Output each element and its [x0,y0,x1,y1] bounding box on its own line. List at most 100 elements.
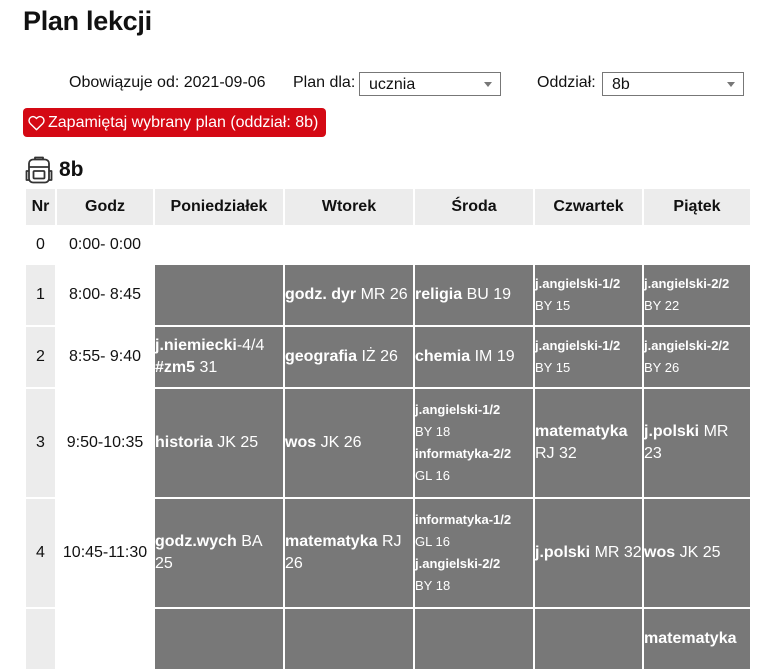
lesson-entry: wos JK 25 [644,542,750,564]
subject-name: j.angielski-1/2 [535,338,621,353]
subject-name: j.angielski-1/2 [535,276,621,291]
lesson-cell [644,227,750,263]
lesson-cell [415,227,533,263]
lesson-hours: 10:45-11:30 [62,544,148,561]
lesson-entry: j.angielski-2/2 BY 18 [415,553,533,597]
lesson-entry: religia BU 19 [415,284,533,306]
lesson-entry: informatyka-1/2 GL 16 [415,509,533,553]
save-plan-button[interactable]: Zapamiętaj wybrany plan (oddział: 8b) [23,108,326,137]
lesson-hours: 8:00- 8:45 [68,286,142,303]
teacher-room: GL 16 [415,468,450,483]
col-header-tuesday: Wtorek [285,189,413,225]
col-header-thursday: Czwartek [535,189,642,225]
lesson-number: 2 [26,327,55,387]
lesson-cell: j.polski MR 23 [644,389,750,497]
subject-name: historia [155,434,213,451]
subject-name: j.angielski-1/2 [415,402,501,417]
lesson-entry: j.polski MR 23 [644,421,750,465]
lesson-number: 4 [26,499,55,607]
lesson-cell: chemia IM 19 [415,327,533,387]
class-heading: 8b [25,154,84,186]
lesson-entry: godz. dyr MR 26 [285,284,413,306]
table-row: 3 9:50-10:35 historia JK 25 wos JK 26 j.angi… [26,389,750,497]
col-header-monday: Poniedziałek [155,189,283,225]
table-row: 0 0:00- 0:00 [26,227,750,263]
teacher-room: BY 22 [644,298,680,313]
subject-name: matematyka [644,630,737,647]
lesson-cell [155,609,283,669]
subject-name: religia [415,286,463,303]
lesson-entry: j.niemiecki-4/4 #zm5 31 [155,335,283,379]
lesson-entry: j.polski MR 32 [535,542,642,564]
teacher-room: BY 26 [644,360,680,375]
lesson-number: 1 [26,265,55,325]
lesson-number: 3 [26,389,55,497]
backpack-icon [25,156,53,184]
lesson-hours [57,609,153,669]
subject-name: chemia [415,348,471,365]
lesson-cell: matematyka [644,609,750,669]
plan-for-label: Plan dla: [293,74,356,91]
lesson-cell: godz.wych BA 25 [155,499,283,607]
teacher-room: 31 [199,359,218,376]
col-header-hours: Godz [57,189,153,225]
lesson-entry: j.angielski-1/2 BY 15 [535,273,642,317]
lesson-cell [155,265,283,325]
teacher-room: IŻ 26 [361,348,398,365]
teacher-room: JK 25 [217,434,259,451]
group-tag: #zm5 [155,359,196,376]
lesson-entry: godz.wych BA 25 [155,531,283,575]
lesson-entry: historia JK 25 [155,432,283,454]
lesson-entry: geografia IŻ 26 [285,346,413,368]
teacher-room: MR 32 [594,544,642,561]
save-plan-label: Zapamiętaj wybrany plan (oddział: 8b) [48,113,319,131]
subject-name: j.polski [644,423,700,440]
lesson-entry: matematyka RJ 26 [285,531,413,575]
subject-name: informatyka-1/2 [415,512,512,527]
lesson-entry: chemia IM 19 [415,346,533,368]
teacher-room: JK 26 [320,434,362,451]
plan-controls: Obowiązuje od: 2021-09-06 Plan dla: uczn… [0,72,780,98]
lesson-cell: j.angielski-1/2 BY 15 [535,265,642,325]
teacher-room: MR 26 [360,286,408,303]
lesson-cell [535,609,642,669]
teacher-room: BY 15 [535,360,571,375]
lesson-cell [415,609,533,669]
subject-name: matematyka [285,533,378,550]
teacher-room: RJ 32 [535,445,577,462]
plan-for-value: ucznia [369,76,416,93]
teacher-room: GL 16 [415,534,450,549]
timetable: Nr Godz Poniedziałek Wtorek Środa Czwart… [24,187,752,671]
lesson-cell: religia BU 19 [415,265,533,325]
teacher-room: BU 19 [466,286,512,303]
col-header-nr: Nr [26,189,55,225]
lesson-cell [285,227,413,263]
subject-name: j.angielski-2/2 [415,556,501,571]
lesson-cell: informatyka-1/2 GL 16 j.angielski-2/2 BY 18 [415,499,533,607]
lesson-cell: j.angielski-1/2 BY 18 informatyka-2/2 GL 16 [415,389,533,497]
division-select[interactable]: 8b [602,72,744,96]
lesson-cell: historia JK 25 [155,389,283,497]
lesson-cell: j.angielski-2/2 BY 22 [644,265,750,325]
table-row: 4 10:45-11:30 godz.wych BA 25 matematyka RJ… [26,499,750,607]
lesson-entry: j.angielski-2/2 BY 22 [644,273,750,317]
teacher-room: JK 25 [679,544,721,561]
lesson-cell: geografia IŻ 26 [285,327,413,387]
col-header-friday: Piątek [644,189,750,225]
plan-for-select[interactable]: ucznia [359,72,501,96]
teacher-room: BY 15 [535,298,571,313]
table-row: 1 8:00- 8:45 godz. dyr MR 26 religia BU 19 j… [26,265,750,325]
lesson-cell: j.polski MR 32 [535,499,642,607]
subject-name: j.polski [535,544,591,561]
lesson-entry: matematyka RJ 32 [535,421,642,465]
lesson-entry: matematyka [644,628,750,650]
heart-icon [28,115,45,130]
table-row: matematyka [26,609,750,669]
lesson-entry: j.angielski-1/2 BY 15 [535,335,642,379]
lesson-cell: j.angielski-1/2 BY 15 [535,327,642,387]
lesson-hours: 8:55- 9:40 [68,348,142,365]
teacher-room: IM 19 [474,348,515,365]
lesson-cell: wos JK 25 [644,499,750,607]
lesson-number [26,609,55,669]
subject-name: j.angielski-2/2 [644,338,730,353]
